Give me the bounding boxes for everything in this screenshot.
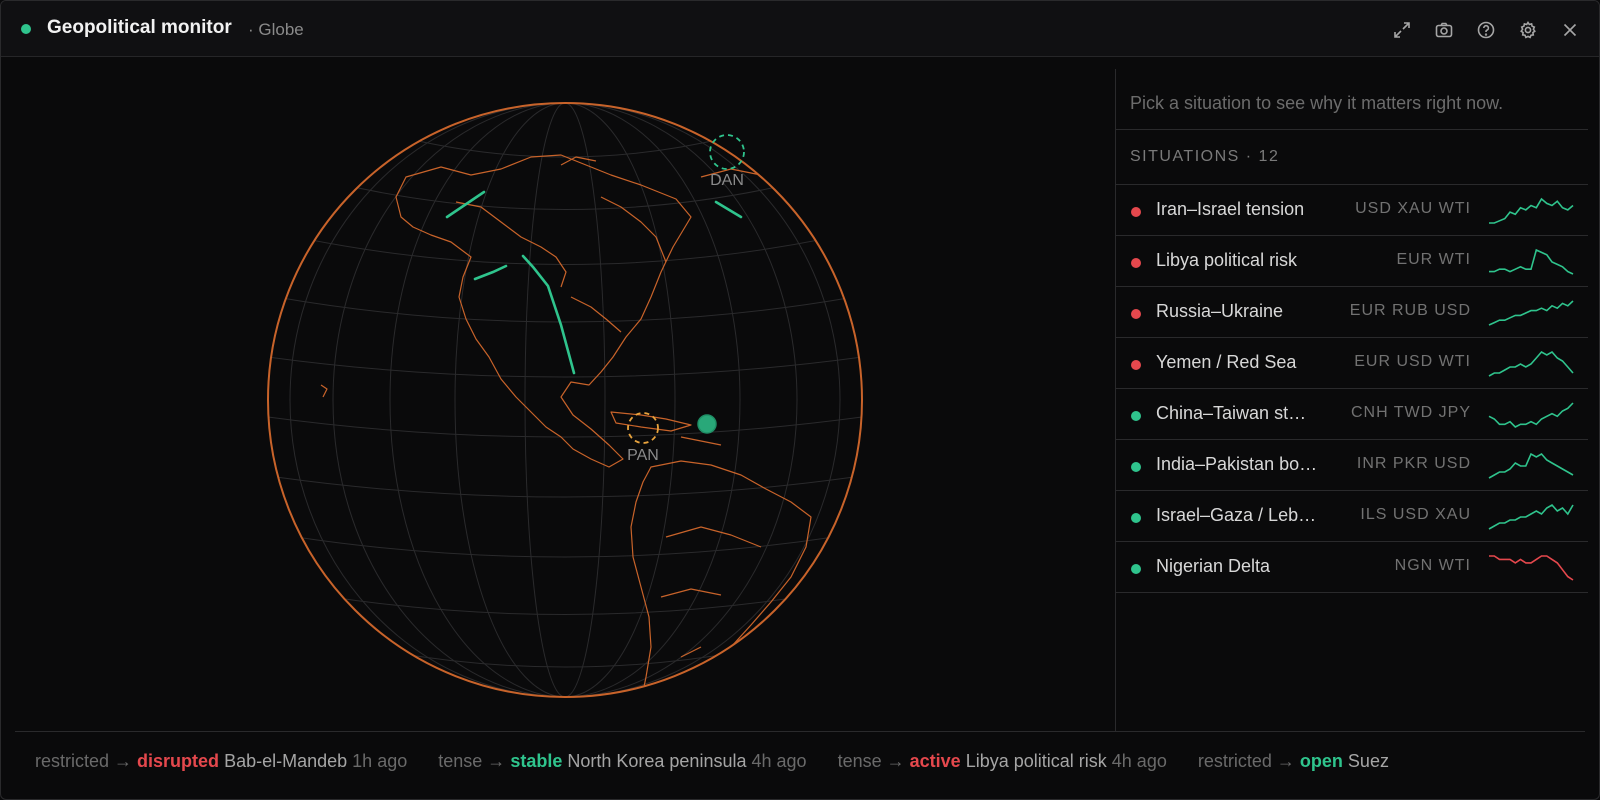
title-bar: Geopolitical monitor · Globe	[1, 1, 1599, 57]
globe-sphere	[268, 103, 862, 697]
situation-row[interactable]: Libya political risk EUR WTI	[1116, 235, 1588, 286]
ticker-place: North Korea peninsula	[567, 751, 747, 771]
sparkline	[1489, 197, 1574, 224]
dan-label: DAN	[710, 172, 744, 189]
status-dot	[1131, 411, 1141, 421]
situation-name: Russia–Ukraine	[1156, 301, 1284, 321]
app-window: Geopolitical monitor · Globe DAN PAN Pic…	[0, 0, 1600, 800]
ticker-item[interactable]: tense → active Libya political risk 4h a…	[838, 751, 1167, 772]
sparkline	[1488, 350, 1574, 377]
situation-name: Iran–Israel tension	[1156, 199, 1305, 219]
sparkline	[1489, 555, 1574, 581]
status-dot	[1131, 513, 1141, 523]
situation-name: China–Taiwan st…	[1156, 403, 1307, 423]
view-subtitle: · Globe	[248, 20, 304, 39]
sparkline	[1488, 402, 1574, 428]
situation-marker-icon[interactable]	[697, 414, 717, 434]
situation-name: Israel–Gaza / Leb…	[1156, 505, 1317, 525]
situations-heading: SITUATIONS · 12	[1130, 148, 1280, 165]
panel-hint: Pick a situation to see why it matters r…	[1130, 93, 1504, 113]
status-dot	[1131, 207, 1141, 217]
status-dot	[1131, 360, 1141, 370]
sparkline	[1489, 248, 1574, 275]
situations-panel: Pick a situation to see why it matters r…	[1115, 69, 1588, 731]
situation-row[interactable]: Israel–Gaza / Leb… ILS USD XAU	[1116, 490, 1588, 541]
expand-icon[interactable]	[1387, 15, 1417, 45]
ticker-to: active	[909, 751, 961, 771]
situation-name: Libya political risk	[1156, 250, 1298, 270]
situation-name: Nigerian Delta	[1156, 556, 1271, 576]
close-icon[interactable]	[1555, 15, 1585, 45]
ticker-from: restricted	[1197, 751, 1272, 771]
currency-tags: ILS USD XAU	[1360, 506, 1471, 523]
situation-row[interactable]: Nigerian Delta NGN WTI	[1116, 541, 1588, 593]
status-dot	[1131, 258, 1141, 268]
situation-row[interactable]: Yemen / Red Sea EUR USD WTI	[1116, 337, 1588, 388]
situations-list: Iran–Israel tension USD XAU WTI Libya pol…	[1116, 184, 1588, 593]
situation-row[interactable]: Iran–Israel tension USD XAU WTI	[1116, 184, 1588, 235]
ticker-to: stable	[510, 751, 563, 771]
divider	[15, 731, 1585, 732]
status-dot	[1131, 564, 1141, 574]
situation-row[interactable]: China–Taiwan st… CNH TWD JPY	[1116, 388, 1588, 439]
app-title: Geopolitical monitor	[47, 17, 232, 38]
ticker-place: Suez	[1347, 751, 1389, 771]
currency-tags: CNH TWD JPY	[1350, 404, 1471, 421]
camera-icon[interactable]	[1429, 15, 1459, 45]
ticker-item[interactable]: tense → stable North Korea peninsula 4h …	[438, 751, 806, 772]
status-ticker: restricted → disrupted Bab-el-Mandeb 1h …	[35, 751, 1415, 772]
ticker-time: 1h ago	[352, 751, 408, 771]
currency-tags: INR PKR USD	[1356, 455, 1471, 472]
ticker-to: disrupted	[137, 751, 220, 771]
ticker-from: restricted	[35, 751, 110, 771]
gear-icon[interactable]	[1513, 15, 1543, 45]
ticker-to: open	[1299, 751, 1343, 771]
currency-tags: USD XAU WTI	[1355, 200, 1471, 217]
ticker-place: Bab-el-Mandeb	[224, 751, 348, 771]
currency-tags: EUR WTI	[1396, 251, 1471, 268]
status-dot	[1131, 309, 1141, 319]
currency-tags: NGN WTI	[1394, 557, 1471, 574]
ticker-time: 4h ago	[1111, 751, 1167, 771]
pan-label: PAN	[627, 447, 659, 464]
globe-viewport[interactable]: DAN PAN	[1, 57, 1115, 731]
situation-row[interactable]: India–Pakistan bo… INR PKR USD	[1116, 439, 1588, 490]
arrow-right-icon: →	[881, 751, 910, 771]
toolbar	[1387, 15, 1585, 45]
situation-name: India–Pakistan bo…	[1156, 454, 1318, 474]
ticker-item[interactable]: restricted → open Suez	[1198, 751, 1389, 772]
ticker-time: 4h ago	[751, 751, 807, 771]
situation-name: Yemen / Red Sea	[1156, 352, 1297, 372]
currency-tags: EUR USD WTI	[1354, 353, 1471, 370]
sparkline	[1488, 300, 1574, 326]
ticker-place: Libya political risk	[965, 751, 1107, 771]
arrow-right-icon: →	[482, 751, 511, 771]
arrow-right-icon: →	[1271, 751, 1300, 771]
ticker-from: tense	[837, 751, 882, 771]
live-status-dot	[21, 24, 31, 34]
divider	[1116, 129, 1588, 130]
situation-row[interactable]: Russia–Ukraine EUR RUB USD	[1116, 286, 1588, 337]
status-dot	[1131, 462, 1141, 472]
ticker-from: tense	[438, 751, 483, 771]
ticker-item[interactable]: restricted → disrupted Bab-el-Mandeb 1h …	[35, 751, 407, 772]
help-icon[interactable]	[1471, 15, 1501, 45]
sparkline	[1488, 452, 1574, 479]
arrow-right-icon: →	[109, 751, 138, 771]
currency-tags: EUR RUB USD	[1349, 302, 1471, 319]
sparkline	[1488, 503, 1574, 530]
